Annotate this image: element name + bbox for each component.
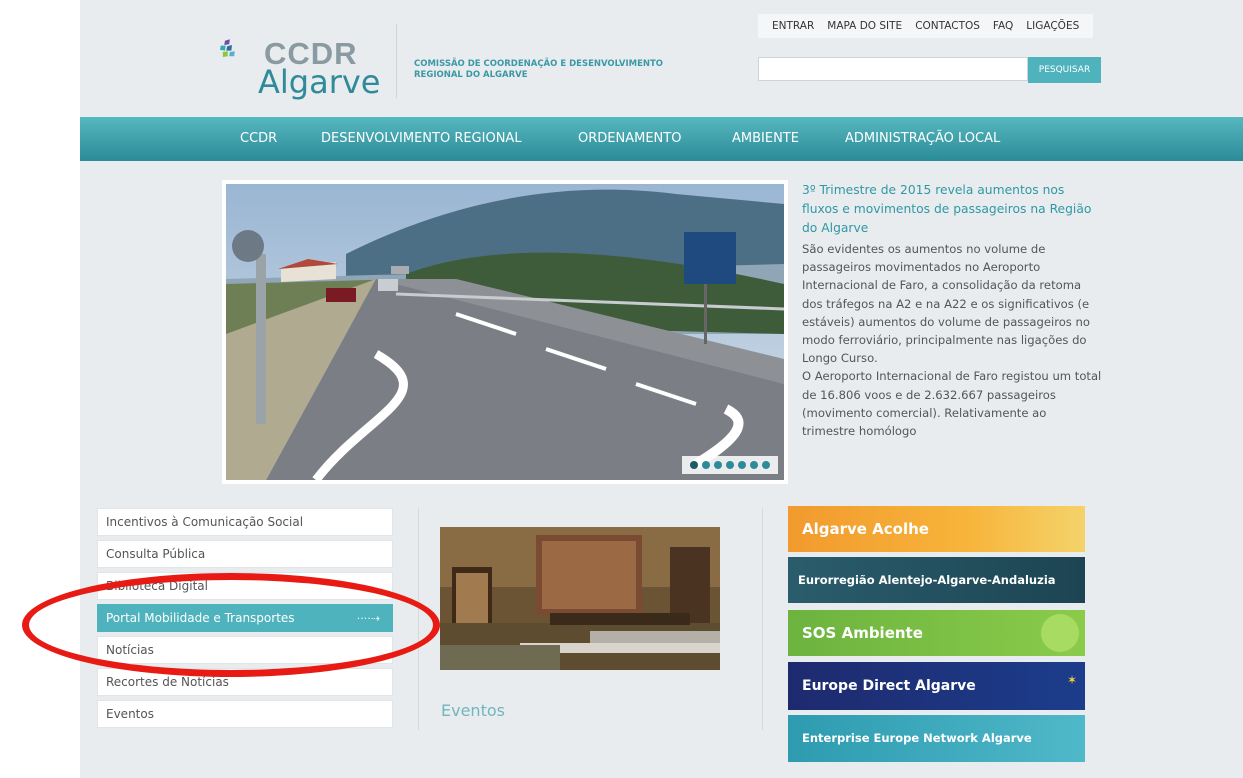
nav-item-administracao-local[interactable]: ADMINISTRAÇÃO LOCAL	[845, 117, 1000, 161]
slide-image-road[interactable]	[226, 184, 784, 480]
menu-item-consulta-publica[interactable]: Consulta Pública	[97, 540, 393, 568]
link-contactos[interactable]: CONTACTOS	[915, 20, 980, 32]
road-photo-icon	[226, 184, 784, 480]
news-body-p1: São evidentes os aumentos no volume de p…	[802, 242, 1090, 366]
news-title[interactable]: 3º Trimestre de 2015 revela aumentos nos…	[802, 181, 1102, 238]
news-slider[interactable]	[222, 180, 788, 484]
banner-label: Enterprise Europe Network Algarve	[802, 731, 1032, 745]
banner-europe-direct[interactable]: Europe Direct Algarve ✶	[788, 662, 1085, 710]
slider-dots	[682, 456, 778, 474]
leaf-icon	[1041, 614, 1079, 652]
news-body-p2: O Aeroporto Internacional de Faro regist…	[802, 369, 1102, 439]
search-input[interactable]	[758, 57, 1028, 81]
banner-label: Algarve Acolhe	[802, 520, 929, 538]
slider-dot-7[interactable]	[762, 461, 770, 469]
menu-item-label: Recortes de Notícias	[106, 675, 229, 689]
slider-dot-4[interactable]	[726, 461, 734, 469]
slider-dot-2[interactable]	[702, 461, 710, 469]
slider-dot-5[interactable]	[738, 461, 746, 469]
link-faq[interactable]: FAQ	[993, 20, 1013, 32]
eu-stars-icon: ✶	[1066, 673, 1077, 687]
menu-item-label: Incentivos à Comunicação Social	[106, 515, 304, 529]
top-links: ENTRAR MAPA DO SITE CONTACTOS FAQ LIGAÇÕ…	[758, 14, 1094, 38]
banner-label: SOS Ambiente	[802, 624, 923, 642]
link-mapa-do-site[interactable]: MAPA DO SITE	[827, 20, 902, 32]
slider-dot-6[interactable]	[750, 461, 758, 469]
logo-algarve-text: Algarve	[258, 63, 381, 101]
nav-item-ordenamento[interactable]: ORDENAMENTO	[578, 117, 681, 161]
nav-item-ccdr[interactable]: CCDR	[240, 117, 277, 161]
nav-item-desenvolvimento-regional[interactable]: DESENVOLVIMENTO REGIONAL	[321, 117, 522, 161]
banner-eurorregiao[interactable]: Eurorregião Alentejo-Algarve-Andaluzia	[788, 557, 1085, 603]
link-ligacoes[interactable]: LIGAÇÕES	[1026, 20, 1079, 32]
menu-item-label: Consulta Pública	[106, 547, 206, 561]
link-entrar[interactable]: ENTRAR	[772, 20, 814, 32]
main-nav: CCDR DESENVOLVIMENTO REGIONAL ORDENAMENT…	[80, 117, 1243, 161]
menu-item-incentivos[interactable]: Incentivos à Comunicação Social	[97, 508, 393, 536]
banner-label: Eurorregião Alentejo-Algarve-Andaluzia	[798, 573, 1056, 587]
column-divider-2	[762, 508, 763, 730]
banner-sos-ambiente[interactable]: SOS Ambiente	[788, 610, 1085, 656]
banner-label: Europe Direct Algarve	[802, 678, 976, 694]
highlight-oval	[22, 573, 440, 677]
banner-algarve-acolhe[interactable]: Algarve Acolhe	[788, 506, 1085, 552]
menu-item-label: Eventos	[106, 707, 154, 721]
featured-news: 3º Trimestre de 2015 revela aumentos nos…	[802, 181, 1102, 483]
event-image[interactable]	[440, 527, 720, 670]
slider-dot-3[interactable]	[714, 461, 722, 469]
org-name-line1: COMISSÃO DE COORDENAÇÃO E DESENVOLVIMENT…	[414, 59, 664, 69]
meeting-room-photo-icon	[440, 527, 720, 670]
logo-divider	[396, 24, 397, 98]
menu-item-eventos[interactable]: Eventos	[97, 700, 393, 728]
nav-item-ambiente[interactable]: AMBIENTE	[732, 117, 799, 161]
banner-enterprise-europe[interactable]: Enterprise Europe Network Algarve	[788, 715, 1085, 762]
search-button[interactable]: PESQUISAR	[1028, 57, 1101, 83]
events-heading[interactable]: Eventos	[441, 701, 505, 720]
slider-dot-1[interactable]	[690, 461, 698, 469]
org-name-line2: REGIONAL DO ALGARVE	[414, 70, 528, 80]
org-name: COMISSÃO DE COORDENAÇÃO E DESENVOLVIMENT…	[414, 59, 704, 81]
